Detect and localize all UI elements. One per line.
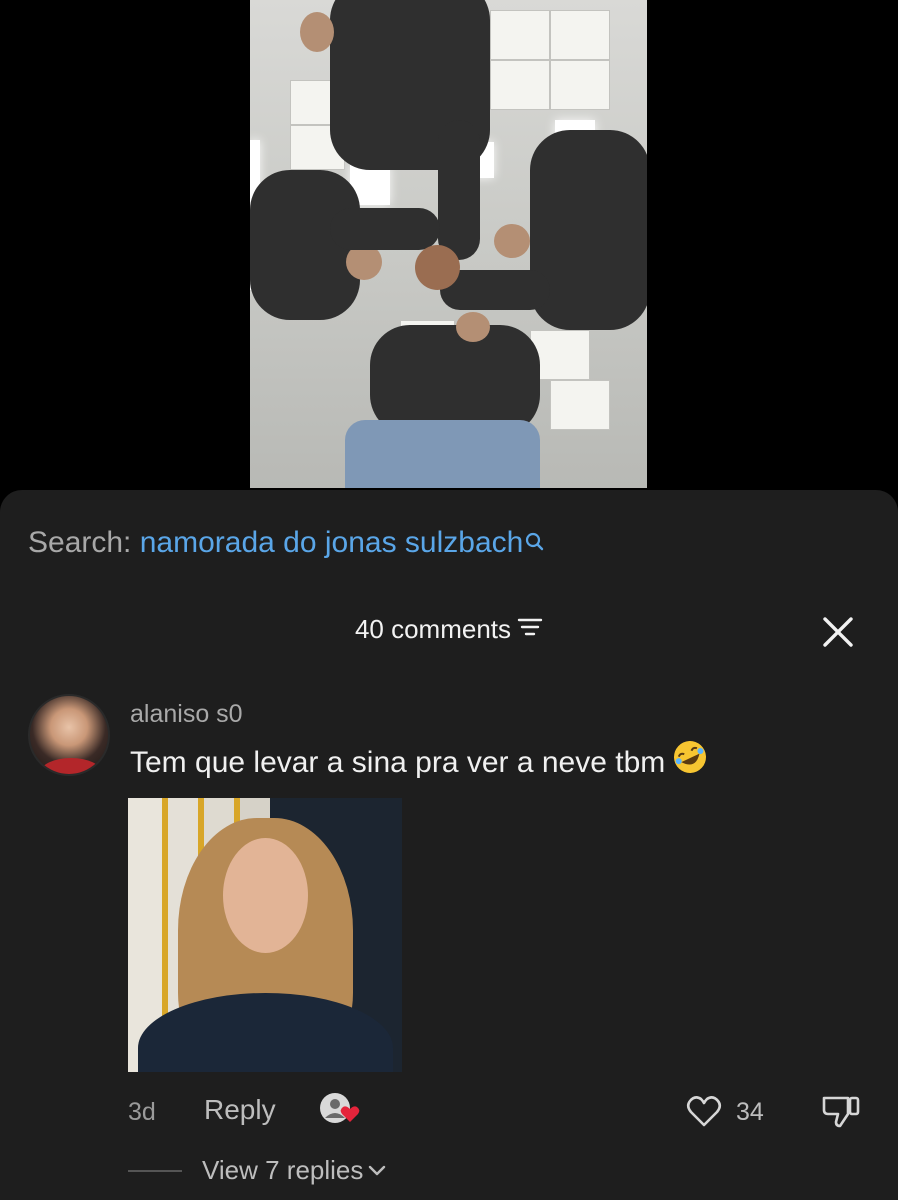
person-head xyxy=(456,312,490,342)
photo-face xyxy=(223,838,308,953)
ceiling-tile xyxy=(550,380,610,430)
stacked-hands xyxy=(415,245,460,290)
chevron-down-icon xyxy=(369,1165,386,1175)
person-left-arm xyxy=(330,208,440,250)
person-bottom-jeans xyxy=(345,420,540,488)
video-frame[interactable] xyxy=(250,0,647,488)
person-bottom xyxy=(370,325,540,435)
thumbs-down-icon[interactable] xyxy=(820,1092,862,1130)
replies-divider xyxy=(128,1170,182,1172)
comments-header: 40 comments xyxy=(0,614,898,645)
search-icon xyxy=(525,528,545,562)
ceiling-tile xyxy=(490,60,550,110)
heart-outline-icon[interactable] xyxy=(686,1094,722,1128)
reply-button[interactable]: Reply xyxy=(204,1094,276,1126)
replies-row: View 7 replies xyxy=(0,1154,898,1188)
close-icon[interactable] xyxy=(820,614,856,650)
search-query[interactable]: namorada do jonas sulzbach xyxy=(140,526,524,559)
ceiling-tile xyxy=(550,60,610,110)
comments-count: 40 comments xyxy=(354,614,512,644)
person-right xyxy=(530,130,647,330)
video-player[interactable] xyxy=(0,0,898,490)
ceiling-tile xyxy=(550,10,610,60)
creator-liked-badge-icon xyxy=(318,1092,362,1126)
laughing-emoji-icon xyxy=(671,738,709,784)
comment-body: Tem que levar a sina pra ver a neve tbm xyxy=(130,741,709,784)
person-top-arm xyxy=(438,120,480,260)
person-head xyxy=(494,224,530,258)
search-suggestion[interactable]: Search: namorada do jonas sulzbach xyxy=(28,526,545,562)
avatar[interactable] xyxy=(28,694,110,776)
comment-username[interactable]: alaniso s0 xyxy=(130,700,243,729)
comment-image[interactable] xyxy=(128,798,402,1072)
sort-icon[interactable] xyxy=(517,614,543,645)
search-label: Search: xyxy=(28,526,132,559)
ceiling-tile xyxy=(490,10,550,60)
avatar-shirt xyxy=(40,758,102,774)
like-count: 34 xyxy=(736,1098,764,1126)
person-head xyxy=(300,12,334,52)
comment-text: Tem que levar a sina pra ver a neve tbm xyxy=(130,745,666,779)
view-replies-label: View 7 replies xyxy=(202,1155,364,1185)
comment-time: 3d xyxy=(128,1098,156,1126)
comment-meta-row: 3d Reply 34 xyxy=(0,1090,898,1130)
view-replies-button[interactable]: View 7 replies xyxy=(202,1155,387,1186)
